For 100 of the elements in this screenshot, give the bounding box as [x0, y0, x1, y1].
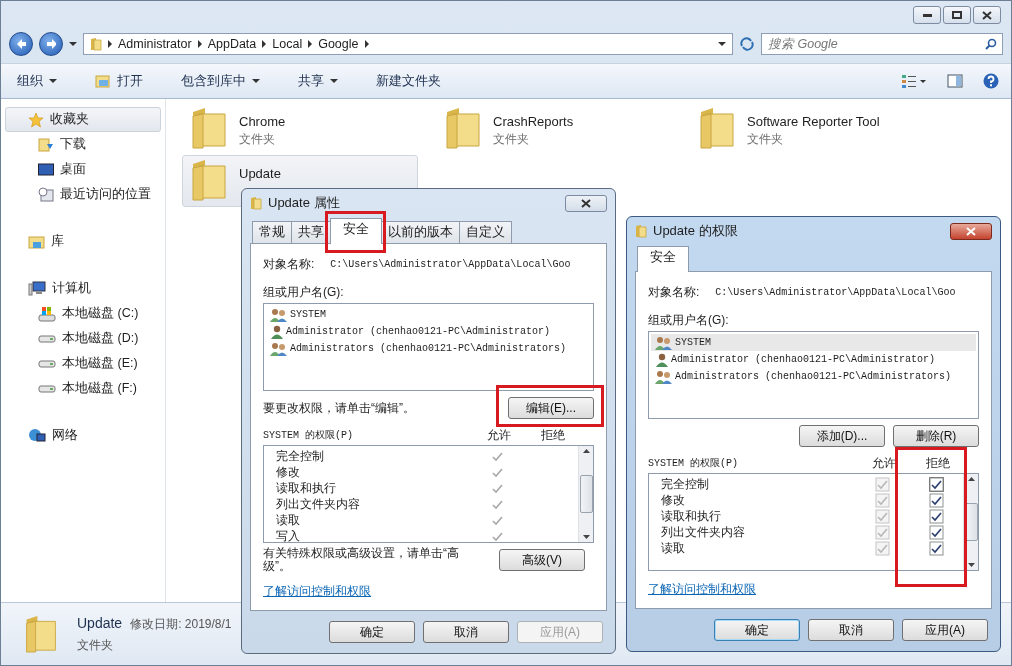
users-label: 组或用户名(G):	[263, 284, 345, 301]
desktop-icon	[38, 162, 54, 177]
user-group-icon	[655, 335, 673, 350]
tab[interactable]: 安全	[330, 218, 382, 244]
folder-item[interactable]: Software Reporter Tool 文件夹	[690, 103, 926, 155]
nav-item[interactable]: 网络	[5, 423, 161, 448]
breadcrumb[interactable]: Google	[318, 37, 359, 51]
nav-item[interactable]: 计算机	[5, 276, 161, 301]
breadcrumb[interactable]: Administrator	[118, 37, 192, 51]
dialog-button[interactable]: 确定	[714, 619, 800, 641]
nav-item[interactable]: 最近访问的位置	[5, 182, 161, 207]
close-button[interactable]	[565, 194, 607, 212]
allow-header: 允许	[486, 426, 512, 444]
toolbar-button[interactable]: 组织	[13, 70, 61, 92]
checkbox[interactable]	[928, 493, 944, 508]
folder-icon	[250, 196, 262, 210]
checkbox[interactable]	[928, 509, 944, 524]
scroll-down-icon[interactable]	[582, 535, 590, 539]
recent-places-icon	[38, 186, 54, 203]
computer-icon	[28, 281, 46, 296]
object-name-label: 对象名称:	[263, 255, 315, 273]
star-icon	[28, 111, 44, 128]
system-drive-icon	[38, 305, 56, 322]
nav-item[interactable]: 库	[5, 229, 161, 254]
close-button[interactable]	[950, 222, 992, 240]
dialog-button[interactable]: 应用(A)	[902, 619, 988, 641]
object-name-label: 对象名称:	[648, 283, 700, 301]
tab[interactable]: 自定义	[459, 221, 512, 243]
permission-name: 读取	[276, 512, 301, 529]
scroll-up-icon[interactable]	[582, 449, 590, 453]
forward-button[interactable]	[39, 32, 63, 56]
permission-name: 写入	[276, 528, 301, 542]
checkbox[interactable]	[928, 525, 944, 540]
maximize-button[interactable]	[943, 6, 971, 24]
drive-icon	[38, 384, 56, 393]
user-row[interactable]: SYSTEM	[651, 334, 976, 351]
permission-name: 完全控制	[276, 448, 325, 465]
minimize-button[interactable]	[913, 6, 941, 24]
user-row[interactable]: Administrator (chenhao0121-PC\Administrator)	[266, 323, 591, 340]
dialog-button[interactable]: 删除(R)	[893, 425, 979, 447]
nav-item[interactable]: 下载	[5, 132, 161, 157]
nav-item[interactable]: 本地磁盘 (D:)	[5, 326, 161, 351]
toolbar-button[interactable]: 包含到库中	[177, 70, 264, 92]
history-dropdown-icon[interactable]	[69, 42, 77, 46]
breadcrumb[interactable]: Local	[272, 37, 303, 51]
checkbox[interactable]	[928, 477, 944, 492]
view-options-icon[interactable]	[901, 74, 927, 88]
drive-icon	[38, 359, 56, 368]
toolbar-button[interactable]: 打开	[91, 70, 147, 92]
dialog-button[interactable]: 添加(D)...	[799, 425, 885, 447]
address-bar[interactable]: Administrator AppData Local Google	[83, 33, 733, 55]
nav-item[interactable]: 桌面	[5, 157, 161, 182]
dialog-button[interactable]: 确定	[329, 621, 415, 643]
user-row[interactable]: SYSTEM	[266, 306, 591, 323]
back-button[interactable]	[9, 32, 33, 56]
preview-pane-icon[interactable]	[947, 74, 963, 88]
nav-item[interactable]: 本地磁盘 (E:)	[5, 351, 161, 376]
scroll-up-icon[interactable]	[967, 477, 975, 481]
folder-icon	[697, 106, 737, 150]
close-icon	[966, 226, 976, 236]
search-field[interactable]: 搜索 Google	[761, 33, 1003, 55]
tab[interactable]: 以前的版本	[381, 221, 460, 243]
details-name: Update	[77, 614, 123, 631]
checkbox[interactable]	[928, 541, 944, 556]
scrollbar[interactable]	[578, 446, 593, 542]
toolbar-button[interactable]: 新建文件夹	[372, 70, 445, 92]
dialog-button[interactable]: 取消	[808, 619, 894, 641]
advanced-button[interactable]: 高级(V)	[499, 549, 585, 571]
scroll-down-icon[interactable]	[967, 563, 975, 567]
object-path: C:\Users\Administrator\AppData\Local\Goo	[715, 286, 956, 298]
object-path: C:\Users\Administrator\AppData\Local\Goo	[330, 258, 571, 270]
nav-item[interactable]: 本地磁盘 (F:)	[5, 376, 161, 401]
users-label: 组或用户名(G):	[648, 312, 730, 329]
user-row[interactable]: Administrator (chenhao0121-PC\Administrator)	[651, 351, 976, 368]
nav-item[interactable]: 本地磁盘 (C:)	[5, 301, 161, 326]
tab[interactable]: 常规	[252, 221, 292, 243]
tab[interactable]: 安全	[637, 246, 689, 272]
close-button[interactable]	[973, 6, 1001, 24]
library-icon	[28, 234, 45, 249]
help-link[interactable]: 了解访问控制和权限	[263, 583, 371, 600]
user-row[interactable]: Administrators (chenhao0121-PC\Administrators)	[266, 340, 591, 357]
tab[interactable]: 共享	[291, 221, 331, 243]
network-icon	[28, 428, 46, 443]
close-icon	[982, 10, 992, 20]
toolbar-button[interactable]: 共享	[294, 70, 342, 92]
dialog-button[interactable]: 编辑(E)...	[508, 397, 594, 419]
deny-header: 拒绝	[540, 426, 566, 444]
scroll-thumb[interactable]	[579, 475, 593, 513]
refresh-icon[interactable]	[739, 37, 755, 51]
nav-item[interactable]: 收藏夹	[5, 107, 161, 132]
help-link[interactable]: 了解访问控制和权限	[648, 581, 756, 598]
minimize-icon	[922, 13, 932, 17]
folder-item[interactable]: CrashReports 文件夹	[436, 103, 672, 155]
dialog-button[interactable]: 取消	[423, 621, 509, 643]
search-icon[interactable]	[985, 38, 997, 50]
user-row[interactable]: Administrators (chenhao0121-PC\Administrators)	[651, 368, 976, 385]
breadcrumb[interactable]: AppData	[207, 37, 257, 51]
folder-item[interactable]: Chrome 文件夹	[182, 103, 418, 155]
permission-name: 读取	[661, 540, 686, 557]
help-icon[interactable]	[983, 73, 999, 89]
